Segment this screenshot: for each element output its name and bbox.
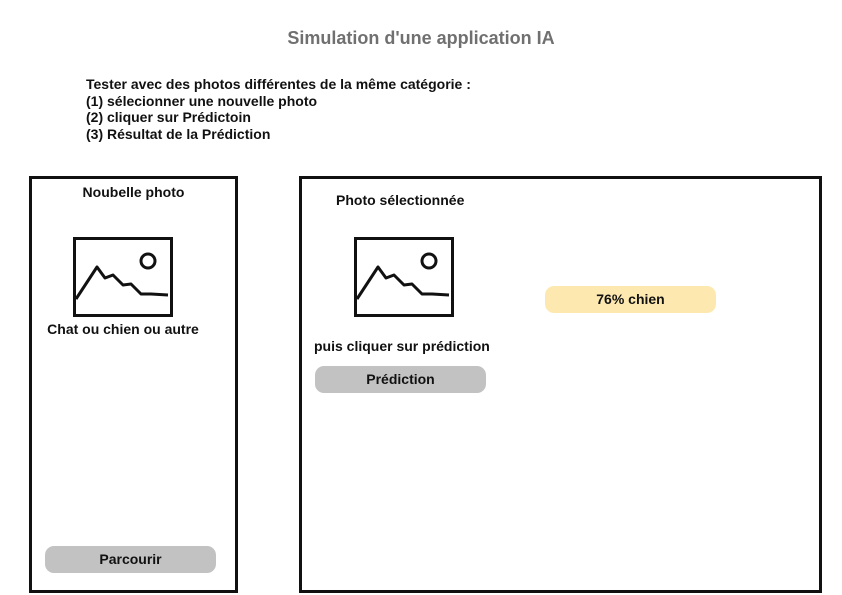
page-title: Simulation d'une application IA [287, 28, 555, 48]
prediction-button[interactable]: Prédiction [315, 366, 486, 393]
photo-category-caption: Chat ou chien ou autre [47, 321, 199, 337]
new-photo-title: Noubelle photo [82, 184, 185, 200]
page: Simulation d'une application IA Tester a… [0, 0, 842, 595]
image-placeholder-icon [354, 237, 454, 317]
selected-photo-title: Photo sélectionnée [336, 192, 465, 208]
image-placeholder-icon [73, 237, 173, 317]
instruction-line: (2) cliquer sur Prédictoin [86, 109, 251, 125]
prediction-result-badge: 76% chien [545, 286, 716, 313]
instruction-line: (3) Résultat de la Prédiction [86, 125, 271, 142]
browse-button[interactable]: Parcourir [45, 546, 216, 573]
prediction-hint: puis cliquer sur prédiction [314, 338, 490, 354]
instruction-line: (1) sélecionner une nouvelle photo [86, 92, 318, 109]
instruction-line: Tester avec des photos différentes de la… [86, 76, 471, 92]
instructions: Tester avec des photos différentes de la… [86, 76, 471, 142]
